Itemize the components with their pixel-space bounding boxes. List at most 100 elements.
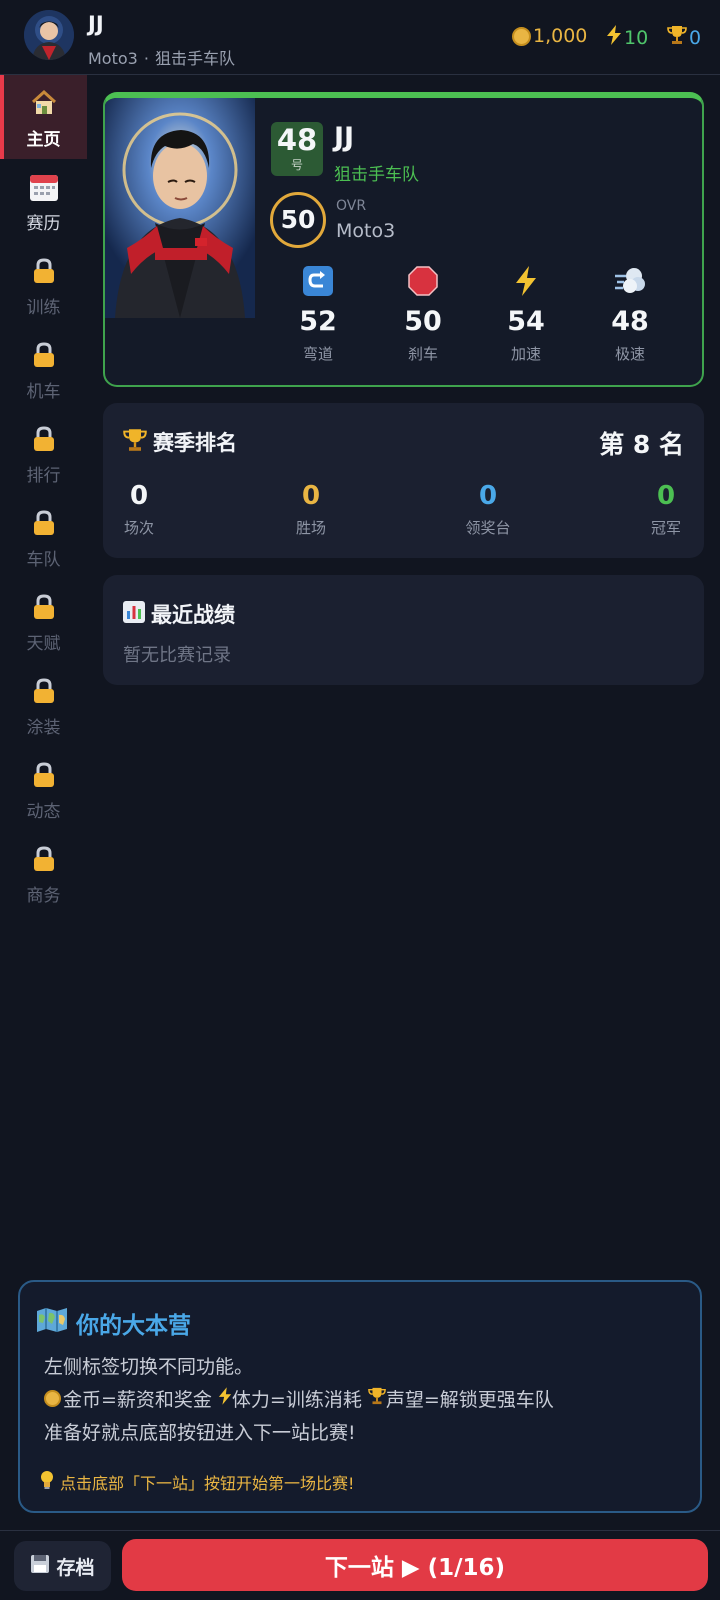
driver-portrait (105, 98, 255, 318)
header-player-name: JJ (88, 12, 104, 36)
sidebar-item-label: 赛历 (26, 214, 61, 234)
header-class: Moto3 (88, 49, 138, 68)
sidebar-item-label: 机车 (26, 382, 61, 402)
header-subtitle: Moto3 · 狙击手车队 (88, 45, 235, 69)
recent-title-text: 最近战绩 (151, 603, 235, 627)
sidebar-item-business[interactable]: 商务 (0, 831, 87, 915)
sidebar-item-news[interactable]: 动态 (0, 747, 87, 831)
intro-line-1: 左侧标签切换不同功能。 (44, 1356, 254, 1378)
sidebar-item-team[interactable]: 车队 (0, 495, 87, 579)
stat-label: 加速 (510, 345, 541, 363)
intro-title: 你的大本营 (36, 1306, 191, 1340)
lightning-icon (606, 25, 622, 50)
stat-value: 48 (611, 306, 649, 337)
sidebar-item-talent[interactable]: 天赋 (0, 579, 87, 663)
calendar-icon (0, 171, 87, 203)
reputation-balance: 0 (667, 25, 701, 50)
season-ranking-panel: 赛季排名 第 8 名 0 场次 0 胜场 0 领奖台 0 冠军 (103, 403, 704, 558)
sidebar-nav: 主页 赛历 训练 机车 排行 车队 天赋 涂装 动态 商务 (0, 75, 87, 915)
lock-icon (0, 339, 87, 371)
season-title: 赛季排名 (123, 427, 237, 457)
reputation-value: 0 (689, 26, 702, 49)
intro-energy-text: 体力=训练消耗 (231, 1389, 362, 1411)
home-base-intro: 你的大本营 左侧标签切换不同功能。 金币=薪资和奖金 体力=训练消耗 声望=解锁… (18, 1280, 702, 1513)
lightning-icon (486, 264, 566, 298)
season-stat-label: 冠军 (650, 519, 681, 537)
coin-balance: 1,000 (512, 25, 587, 47)
sidebar-item-label: 主页 (26, 130, 61, 150)
season-stat-label: 场次 (123, 519, 154, 537)
next-race-button[interactable]: 下一站 ▶ (1/16) (122, 1539, 708, 1591)
energy-value: 10 (624, 26, 649, 49)
map-icon (36, 1307, 68, 1339)
stat-label: 弯道 (302, 345, 333, 363)
recent-empty-text: 暂无比赛记录 (123, 645, 231, 666)
sidebar-item-label: 天赋 (26, 634, 61, 654)
corner-turn-icon (278, 264, 358, 298)
sidebar-item-label: 排行 (26, 466, 61, 486)
recent-results-panel: 最近战绩 暂无比赛记录 (103, 575, 704, 685)
wind-dash-icon (590, 264, 670, 298)
intro-line-3: 准备好就点底部按钮进入下一站比赛! (44, 1422, 356, 1444)
stat-top-speed: 48 极速 (590, 264, 670, 364)
save-button[interactable]: 存档 (14, 1541, 111, 1591)
stat-label: 刹车 (407, 345, 438, 363)
lock-icon (0, 507, 87, 539)
top-header: JJ Moto3 · 狙击手车队 1,000 10 0 (0, 0, 720, 75)
header-separator: · (143, 49, 149, 68)
season-stat-value: 0 (301, 481, 321, 511)
sidebar-item-label: 涂装 (26, 718, 61, 738)
lightbulb-icon (40, 1470, 54, 1494)
season-stat-value: 0 (656, 481, 676, 511)
driver-name: JJ (334, 122, 355, 153)
season-stat-label: 领奖台 (465, 519, 511, 537)
coin-icon (44, 1390, 61, 1407)
ovr-rating-badge: 50 (270, 192, 326, 248)
lock-icon (0, 759, 87, 791)
sidebar-item-label: 动态 (26, 802, 61, 822)
driver-card: 48 号 JJ 狙击手车队 50 OVR Moto3 52 弯道 50 刹车 5… (103, 92, 704, 387)
intro-coin-text: 金币=薪资和奖金 (63, 1389, 212, 1411)
driver-class: Moto3 (336, 220, 396, 242)
driver-number-badge: 48 号 (271, 122, 323, 176)
intro-title-text: 你的大本营 (76, 1313, 191, 1339)
sidebar-item-label: 商务 (26, 886, 61, 906)
sidebar-item-training[interactable]: 训练 (0, 243, 87, 327)
save-button-label: 存档 (56, 1556, 95, 1579)
sidebar-item-motorbike[interactable]: 机车 (0, 327, 87, 411)
intro-trophy-text: 声望=解锁更强车队 (385, 1389, 554, 1411)
trophy-icon (368, 1387, 386, 1410)
season-title-text: 赛季排名 (153, 431, 237, 455)
stat-cornering: 52 弯道 (278, 264, 358, 364)
coin-icon (512, 26, 531, 46)
stat-value: 54 (507, 306, 545, 337)
season-stat-label: 胜场 (295, 519, 326, 537)
stat-label: 极速 (614, 345, 645, 363)
sidebar-item-calendar[interactable]: 赛历 (0, 159, 87, 243)
intro-tip-text: 点击底部「下一站」按钮开始第一场比赛! (60, 1474, 355, 1493)
season-stat-wins: 0 胜场 (271, 481, 351, 538)
season-stat-value: 0 (129, 481, 149, 511)
trophy-icon (123, 428, 147, 457)
sidebar-item-livery[interactable]: 涂装 (0, 663, 87, 747)
lock-icon (0, 675, 87, 707)
header-team: 狙击手车队 (154, 49, 235, 68)
ovr-label: OVR (336, 198, 367, 214)
lock-icon (0, 843, 87, 875)
player-avatar[interactable] (24, 10, 74, 60)
bar-chart-icon (123, 600, 145, 628)
lock-icon (0, 255, 87, 287)
sidebar-item-home[interactable]: 主页 (0, 75, 87, 159)
season-rank: 第 8 名 (599, 430, 684, 459)
sidebar-item-label: 训练 (26, 298, 61, 318)
floppy-disk-icon (30, 1554, 50, 1579)
bottom-action-bar: 存档 下一站 ▶ (1/16) (0, 1530, 720, 1600)
season-stat-podiums: 0 领奖台 (448, 481, 528, 538)
sidebar-item-ranking[interactable]: 排行 (0, 411, 87, 495)
lightning-icon (218, 1387, 232, 1410)
energy-balance: 10 (606, 25, 648, 50)
trophy-icon (667, 25, 687, 50)
house-icon (0, 87, 87, 119)
recent-title: 最近战绩 (123, 599, 235, 629)
stop-sign-icon (383, 264, 463, 298)
